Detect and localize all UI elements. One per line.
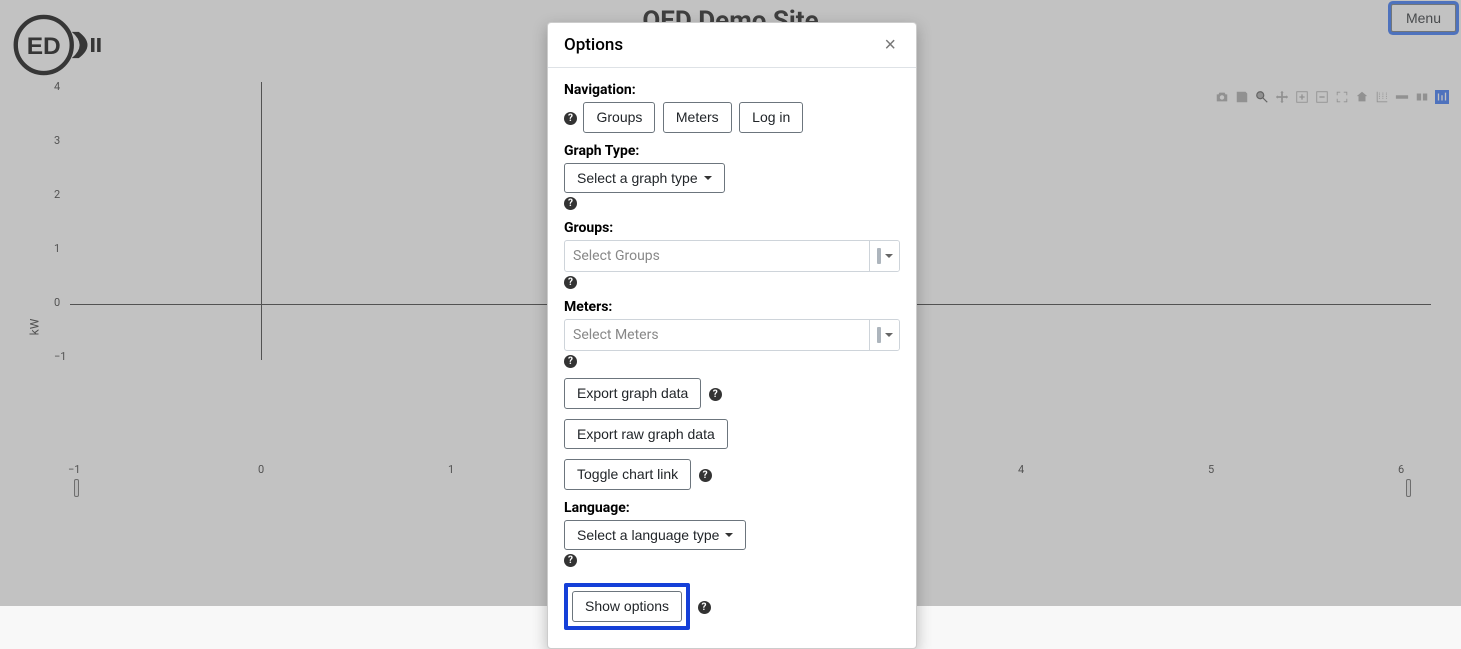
help-icon[interactable]: ? bbox=[564, 197, 577, 210]
navigation-row: ? Groups Meters Log in bbox=[564, 102, 900, 133]
modal-close-button[interactable]: × bbox=[880, 35, 900, 55]
bar-icon[interactable] bbox=[1415, 90, 1429, 104]
modal-header: Options × bbox=[548, 23, 916, 68]
groups-section: Groups: Select Groups ? bbox=[564, 220, 900, 289]
modal-title: Options bbox=[564, 35, 623, 55]
y-axis-label: kW bbox=[27, 319, 41, 336]
zoom-out-icon[interactable] bbox=[1315, 90, 1329, 104]
toggle-chart-link-button[interactable]: Toggle chart link bbox=[564, 459, 691, 490]
graph-type-label: Graph Type: bbox=[564, 143, 900, 159]
groups-multiselect[interactable]: Select Groups bbox=[564, 240, 900, 272]
export-graph-data-button[interactable]: Export graph data bbox=[564, 378, 701, 409]
range-slider-handle-right[interactable] bbox=[1406, 479, 1411, 497]
y-tick: 4 bbox=[54, 80, 60, 93]
chevron-down-icon bbox=[704, 176, 712, 180]
zoom-icon[interactable] bbox=[1255, 90, 1269, 104]
modal-body: Navigation: ? Groups Meters Log in Graph… bbox=[548, 68, 916, 648]
chart-modebar bbox=[1215, 90, 1449, 104]
meters-section: Meters: Select Meters ? bbox=[564, 299, 900, 368]
x-tick: −1 bbox=[68, 463, 80, 476]
x-tick: 4 bbox=[1018, 463, 1024, 476]
save-icon[interactable] bbox=[1235, 90, 1249, 104]
y-axis-line bbox=[261, 82, 262, 360]
chevron-down-icon bbox=[885, 333, 893, 337]
language-dropdown[interactable]: Select a language type bbox=[564, 520, 746, 550]
language-placeholder: Select a language type bbox=[577, 527, 719, 543]
navigation-label: Navigation: bbox=[564, 82, 900, 98]
x-tick: 6 bbox=[1398, 463, 1404, 476]
y-tick: −1 bbox=[54, 350, 66, 363]
plotly-logo-icon[interactable] bbox=[1435, 90, 1449, 104]
zoom-in-icon[interactable] bbox=[1295, 90, 1309, 104]
options-modal: Options × Navigation: ? Groups Meters Lo… bbox=[547, 22, 917, 649]
drag-handle-icon bbox=[877, 327, 881, 343]
x-tick: 0 bbox=[258, 463, 264, 476]
chevron-down-icon bbox=[725, 533, 733, 537]
y-tick: 0 bbox=[54, 296, 60, 309]
home-icon[interactable] bbox=[1355, 90, 1369, 104]
help-icon[interactable]: ? bbox=[564, 355, 577, 368]
nav-meters-button[interactable]: Meters bbox=[663, 102, 732, 133]
help-icon[interactable]: ? bbox=[698, 601, 711, 614]
camera-icon[interactable] bbox=[1215, 90, 1229, 104]
navigation-section: Navigation: ? Groups Meters Log in bbox=[564, 82, 900, 133]
nav-login-button[interactable]: Log in bbox=[739, 102, 803, 133]
export-raw-row: Export raw graph data bbox=[564, 419, 900, 450]
show-options-highlight: Show options bbox=[564, 583, 690, 630]
groups-label: Groups: bbox=[564, 220, 900, 236]
help-icon[interactable]: ? bbox=[709, 388, 722, 401]
meters-label: Meters: bbox=[564, 299, 900, 315]
meters-dropdown-handle[interactable] bbox=[869, 320, 899, 350]
y-tick: 2 bbox=[54, 188, 60, 201]
meters-multiselect[interactable]: Select Meters bbox=[564, 319, 900, 351]
chevron-down-icon bbox=[885, 254, 893, 258]
y-tick: 3 bbox=[54, 134, 60, 147]
groups-dropdown-handle[interactable] bbox=[869, 241, 899, 271]
pan-icon[interactable] bbox=[1275, 90, 1289, 104]
show-options-button[interactable]: Show options bbox=[572, 591, 682, 622]
range-slider-handle-left[interactable] bbox=[74, 479, 79, 497]
language-section: Language: Select a language type ? bbox=[564, 500, 900, 567]
line-icon[interactable] bbox=[1395, 90, 1409, 104]
toggle-link-row: Toggle chart link ? bbox=[564, 459, 900, 490]
help-icon[interactable]: ? bbox=[564, 554, 577, 567]
spike-icon[interactable] bbox=[1375, 90, 1389, 104]
graph-type-section: Graph Type: Select a graph type ? bbox=[564, 143, 900, 210]
export-data-row: Export graph data ? bbox=[564, 378, 900, 409]
help-icon[interactable]: ? bbox=[564, 276, 577, 289]
help-icon[interactable]: ? bbox=[699, 469, 712, 482]
groups-placeholder: Select Groups bbox=[565, 241, 869, 271]
autoscale-icon[interactable] bbox=[1335, 90, 1349, 104]
menu-button[interactable]: Menu bbox=[1391, 4, 1456, 32]
meters-placeholder: Select Meters bbox=[565, 320, 869, 350]
nav-groups-button[interactable]: Groups bbox=[583, 102, 655, 133]
oed-logo: ED bbox=[8, 10, 118, 80]
drag-handle-icon bbox=[877, 248, 881, 264]
y-tick: 1 bbox=[54, 242, 60, 255]
x-tick: 5 bbox=[1208, 463, 1214, 476]
graph-type-dropdown[interactable]: Select a graph type bbox=[564, 163, 725, 193]
language-label: Language: bbox=[564, 500, 900, 516]
svg-text:ED: ED bbox=[27, 33, 61, 60]
graph-type-placeholder: Select a graph type bbox=[577, 170, 698, 186]
x-tick: 1 bbox=[448, 463, 454, 476]
export-raw-graph-data-button[interactable]: Export raw graph data bbox=[564, 419, 728, 450]
help-icon[interactable]: ? bbox=[564, 112, 577, 125]
